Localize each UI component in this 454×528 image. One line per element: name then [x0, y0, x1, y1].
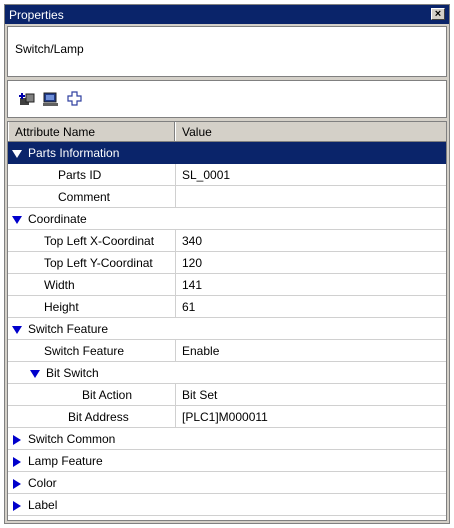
property-row-height[interactable]: Height 61 [8, 296, 446, 318]
group-row-color[interactable]: Color [8, 472, 446, 494]
object-type-box: Switch/Lamp [7, 26, 447, 77]
attribute-name-cell: Switch Feature [8, 318, 446, 339]
group-label: Color [28, 476, 57, 490]
group-row-switch-common[interactable]: Switch Common [8, 428, 446, 450]
attribute-name-cell: Color [8, 472, 446, 493]
column-header-value[interactable]: Value [175, 122, 446, 141]
properties-panel: Properties × Switch/Lamp Attribute Name … [4, 4, 450, 524]
expand-arrow-right-icon[interactable] [12, 456, 22, 467]
attribute-value-cell[interactable]: SL_0001 [175, 164, 446, 185]
group-row-switch-feature[interactable]: Switch Feature [8, 318, 446, 340]
group-row-coordinate[interactable]: Coordinate [8, 208, 446, 230]
property-row-bit-action[interactable]: Bit Action Bit Set [8, 384, 446, 406]
expand-arrow-right-icon[interactable] [12, 500, 22, 511]
group-label: Parts Information [28, 146, 120, 160]
attribute-label: Top Left X-Coordinat [44, 234, 155, 248]
expand-arrow-down-icon[interactable] [30, 369, 40, 379]
attribute-label: Bit Action [82, 388, 133, 402]
attribute-name-cell: Bit Address [8, 406, 175, 427]
expand-arrow-down-icon[interactable] [12, 215, 22, 225]
attribute-name-cell: Parts Information [8, 142, 446, 163]
close-button[interactable]: × [431, 8, 445, 20]
properties-toolbar [7, 80, 447, 118]
display-icon[interactable] [41, 89, 61, 109]
attribute-value-cell[interactable]: 120 [175, 252, 446, 273]
plus-icon[interactable] [65, 89, 85, 109]
property-row-bit-address[interactable]: Bit Address [PLC1]M000011 [8, 406, 446, 428]
attribute-name-cell: Top Left X-Coordinat [8, 230, 175, 251]
attribute-label: Parts ID [58, 168, 102, 182]
attribute-label: Bit Address [68, 410, 129, 424]
attribute-label: Height [44, 300, 79, 314]
attribute-value-cell[interactable]: Bit Set [175, 384, 446, 405]
expand-arrow-down-icon[interactable] [12, 149, 22, 159]
property-row-top-left-y-coordinat[interactable]: Top Left Y-Coordinat 120 [8, 252, 446, 274]
group-label: Bit Switch [46, 366, 99, 380]
attribute-value-cell[interactable]: 141 [175, 274, 446, 295]
attribute-label: Top Left Y-Coordinat [44, 256, 153, 270]
group-label: Label [28, 498, 58, 512]
column-header-attribute-name[interactable]: Attribute Name [8, 122, 175, 141]
attribute-name-cell: Bit Switch [8, 362, 446, 383]
attribute-label: Width [44, 278, 75, 292]
expand-arrow-right-icon[interactable] [12, 478, 22, 489]
panel-title-bar[interactable]: Properties × [5, 5, 449, 24]
group-label: Switch Feature [28, 322, 109, 336]
attribute-value-cell[interactable]: 61 [175, 296, 446, 317]
property-row-top-left-x-coordinat[interactable]: Top Left X-Coordinat 340 [8, 230, 446, 252]
attribute-name-cell: Coordinate [8, 208, 446, 229]
attribute-value-cell[interactable]: [PLC1]M000011 [175, 406, 446, 427]
attribute-name-cell: Lamp Feature [8, 450, 446, 471]
expand-arrow-right-icon[interactable] [12, 434, 22, 445]
panel-title: Properties [9, 8, 64, 22]
attribute-name-cell: Parts ID [8, 164, 175, 185]
attribute-value-cell[interactable]: 340 [175, 230, 446, 251]
group-row-bit-switch[interactable]: Bit Switch [8, 362, 446, 384]
group-label: Lamp Feature [28, 454, 103, 468]
attribute-name-cell: Bit Action [8, 384, 175, 405]
attribute-name-cell: Comment [8, 186, 175, 207]
add-parts-icon[interactable] [17, 89, 37, 109]
attribute-name-cell: Width [8, 274, 175, 295]
expand-arrow-down-icon[interactable] [12, 325, 22, 335]
object-type-label: Switch/Lamp [15, 42, 84, 56]
attribute-value-cell[interactable] [175, 186, 446, 207]
property-row-comment[interactable]: Comment [8, 186, 446, 208]
attribute-name-cell: Switch Feature [8, 340, 175, 361]
group-label: Coordinate [28, 212, 87, 226]
property-row-parts-id[interactable]: Parts ID SL_0001 [8, 164, 446, 186]
group-label: Switch Common [28, 432, 116, 446]
attribute-label: Comment [58, 190, 111, 204]
grid-header: Attribute Name Value [8, 122, 446, 142]
property-row-width[interactable]: Width 141 [8, 274, 446, 296]
property-grid: Attribute Name Value Parts Information Pa… [7, 121, 447, 521]
attribute-label: Switch Feature [44, 344, 125, 358]
group-row-lamp-feature[interactable]: Lamp Feature [8, 450, 446, 472]
attribute-name-cell: Label [8, 494, 446, 515]
attribute-name-cell: Height [8, 296, 175, 317]
group-row-parts-information[interactable]: Parts Information [8, 142, 446, 164]
group-row-label[interactable]: Label [8, 494, 446, 516]
attribute-name-cell: Top Left Y-Coordinat [8, 252, 175, 273]
attribute-value-cell[interactable]: Enable [175, 340, 446, 361]
attribute-name-cell: Switch Common [8, 428, 446, 449]
property-row-switch-feature[interactable]: Switch Feature Enable [8, 340, 446, 362]
